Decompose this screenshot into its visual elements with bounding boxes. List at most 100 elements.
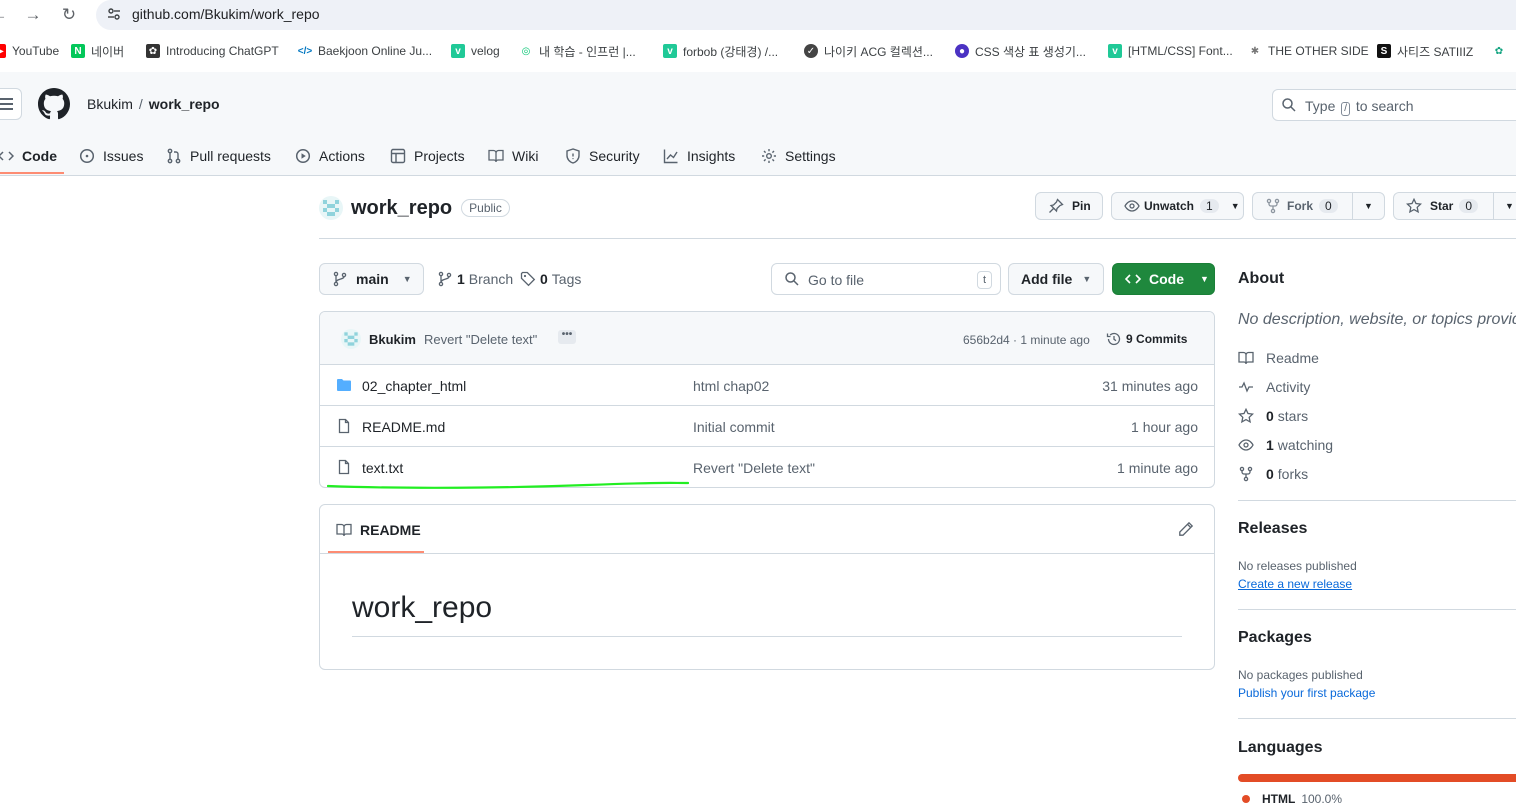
url-field[interactable]: github.com/Bkukim/work_repo [96, 0, 1516, 30]
bookmark-forbob[interactable]: v forbob (강태경) /... [663, 42, 778, 60]
bookmark-css-color[interactable]: ● CSS 색상 표 생성기... [955, 42, 1086, 60]
reload-icon[interactable]: ↻ [58, 4, 80, 26]
chevron-down-icon[interactable]: ▼ [1505, 201, 1514, 211]
pin-label: Pin [1072, 199, 1091, 213]
tab-settings[interactable]: Settings [761, 142, 836, 170]
search-input[interactable]: Type / to search [1272, 89, 1516, 121]
tags-link[interactable]: 0 Tags [520, 271, 581, 287]
bookmark-label: velog [471, 44, 500, 58]
branch-name: main [356, 271, 389, 287]
tab-issues[interactable]: Issues [79, 142, 143, 170]
satiiiz-icon: S [1377, 44, 1391, 58]
book-icon [336, 523, 352, 537]
chevron-down-icon: ▼ [402, 274, 412, 284]
openai-icon: ✿ [1494, 45, 1504, 57]
bookmark-overflow[interactable]: ✿ [1492, 42, 1512, 60]
play-icon [295, 148, 311, 164]
tab-pull-requests[interactable]: Pull requests [166, 142, 271, 170]
file-name[interactable]: README.md [362, 419, 445, 435]
tab-code[interactable]: Code [0, 142, 57, 170]
pin-button[interactable]: Pin [1035, 192, 1103, 220]
commit-sha-time[interactable]: 656b2d4 · 1 minute ago [963, 333, 1090, 347]
publish-package-link[interactable]: Publish your first package [1238, 686, 1375, 700]
packages-title[interactable]: Packages [1238, 629, 1312, 647]
pencil-icon[interactable] [1178, 521, 1194, 537]
star-button[interactable]: Star 0 ▼ [1393, 192, 1516, 220]
language-percent: 100.0% [1301, 792, 1343, 806]
commit-author[interactable]: Bkukim [369, 332, 416, 347]
table-row[interactable]: README.md Initial commit 1 hour ago [320, 406, 1214, 447]
stars-link[interactable]: 0 stars [1238, 408, 1308, 424]
file-commit-message[interactable]: html chap02 [693, 378, 769, 394]
file-name[interactable]: text.txt [362, 460, 403, 476]
forks-link[interactable]: 0 forks [1238, 466, 1308, 482]
bookmark-chatgpt[interactable]: ✿ Introducing ChatGPT [146, 42, 279, 60]
branch-selector[interactable]: main ▼ [319, 263, 424, 295]
url-text: github.com/Bkukim/work_repo [132, 6, 320, 22]
file-commit-message[interactable]: Revert "Delete text" [693, 460, 815, 476]
language-dot [1242, 795, 1250, 803]
file-commit-message[interactable]: Initial commit [693, 419, 775, 435]
file-table: Bkukim Revert "Delete text" ••• 656b2d4 … [319, 311, 1215, 488]
bookmark-inflearn[interactable]: ◎ 내 학습 - 인프런 |... [519, 42, 636, 60]
bookmark-label: Baekjoon Online Ju... [318, 44, 433, 58]
add-file-button[interactable]: Add file ▼ [1008, 263, 1104, 295]
issue-icon [79, 148, 95, 164]
repo-name[interactable]: work_repo [351, 197, 452, 220]
stars-label: stars [1277, 408, 1309, 424]
tab-security[interactable]: Security [565, 142, 640, 170]
bookmark-html-css[interactable]: v [HTML/CSS] Font... [1108, 42, 1233, 60]
eye-icon [1124, 200, 1140, 212]
commit-message[interactable]: Revert "Delete text" [424, 332, 537, 347]
readme-tab[interactable]: README [336, 522, 421, 538]
readme-link[interactable]: Readme [1238, 350, 1319, 366]
bookmark-velog[interactable]: v velog [451, 42, 500, 60]
ellipsis-button[interactable]: ••• [558, 330, 576, 344]
tag-count: 0 [540, 271, 548, 287]
bookmark-youtube[interactable]: ▶ YouTube [0, 42, 59, 60]
bookmark-baekjoon[interactable]: </> Baekjoon Online Ju... [298, 42, 432, 60]
github-logo-icon[interactable] [38, 88, 70, 120]
create-release-link[interactable]: Create a new release [1238, 577, 1352, 591]
bookmark-other-side[interactable]: ✱ THE OTHER SIDE [1248, 42, 1369, 60]
tab-actions[interactable]: Actions [295, 142, 365, 170]
code-button[interactable]: Code ▼ [1112, 263, 1215, 295]
site-settings-icon[interactable] [106, 6, 122, 22]
table-row[interactable]: 02_chapter_html html chap02 31 minutes a… [320, 365, 1214, 406]
owner-link[interactable]: Bkukim [87, 96, 133, 112]
language-item[interactable]: HTML 100.0% [1242, 792, 1342, 806]
repo-description: No description, website, or topics provi… [1238, 311, 1516, 328]
repo-link[interactable]: work_repo [149, 96, 220, 112]
menu-button[interactable] [0, 88, 22, 120]
file-name[interactable]: 02_chapter_html [362, 378, 466, 394]
tab-label: Code [22, 148, 57, 164]
active-tab-indicator [0, 172, 64, 174]
activity-label: Activity [1266, 379, 1311, 395]
commits-link[interactable]: 9 Commits [1106, 331, 1187, 347]
shortcut-key: t [976, 271, 992, 289]
tab-insights[interactable]: Insights [663, 142, 735, 170]
book-icon [1238, 351, 1254, 365]
avatar[interactable] [341, 329, 361, 349]
branch-icon [333, 271, 347, 287]
search-icon [785, 272, 799, 286]
go-to-file-input[interactable]: Go to file t [771, 263, 1001, 295]
forward-icon[interactable]: → [22, 4, 44, 26]
fork-button[interactable]: Fork 0 ▼ [1252, 192, 1385, 220]
bookmark-satiiiz[interactable]: S 사티즈 SATIIIZ [1377, 42, 1473, 60]
releases-title[interactable]: Releases [1238, 520, 1307, 538]
tab-projects[interactable]: Projects [390, 142, 465, 170]
language-name: HTML [1262, 792, 1296, 806]
back-icon[interactable]: ← [0, 4, 10, 26]
bookmark-naver[interactable]: N 네이버 [71, 42, 124, 60]
watching-link[interactable]: 1 watching [1238, 437, 1333, 453]
tab-label: Issues [103, 148, 144, 164]
bookmark-nike[interactable]: ✓ 나이키 ACG 컬렉션... [804, 42, 933, 60]
avatar[interactable] [319, 196, 343, 220]
unwatch-button[interactable]: Unwatch 1 ▼ [1111, 192, 1244, 220]
activity-link[interactable]: Activity [1238, 379, 1310, 395]
chevron-down-icon[interactable]: ▼ [1364, 201, 1373, 211]
tab-wiki[interactable]: Wiki [488, 142, 538, 170]
branches-link[interactable]: 1 Branch [437, 271, 513, 287]
star-icon [1238, 408, 1254, 424]
